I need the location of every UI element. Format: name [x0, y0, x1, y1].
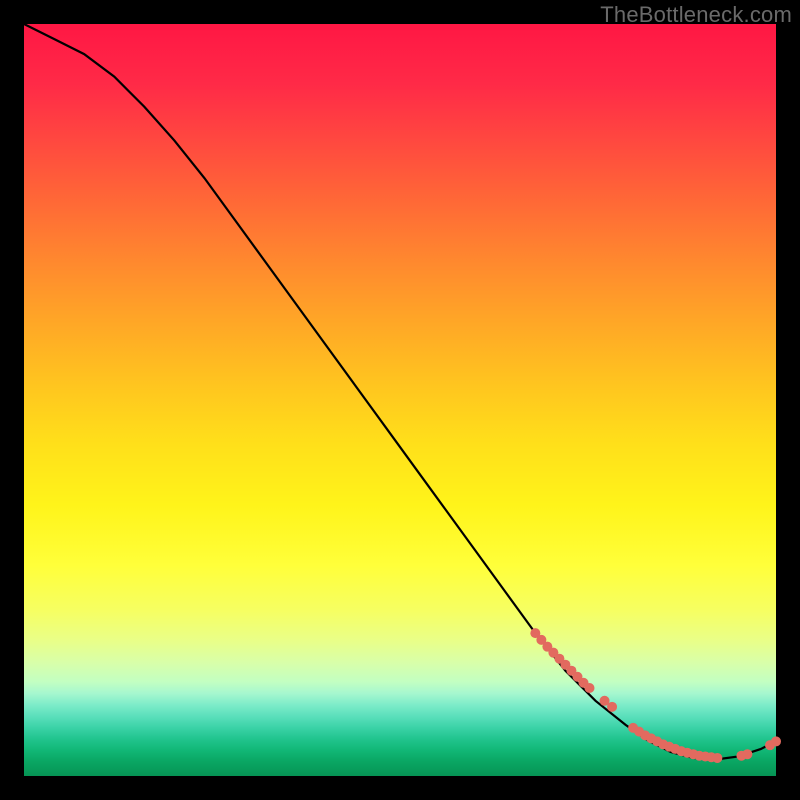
highlight-point	[607, 702, 617, 712]
chart-svg	[24, 24, 776, 776]
highlight-point	[712, 753, 722, 763]
plot-area	[24, 24, 776, 776]
chart-frame: TheBottleneck.com	[0, 0, 800, 800]
watermark-label: TheBottleneck.com	[600, 2, 792, 28]
highlight-point	[742, 749, 752, 759]
highlight-points	[530, 628, 781, 763]
highlight-point	[585, 683, 595, 693]
bottleneck-curve	[24, 24, 776, 759]
highlight-point	[771, 736, 781, 746]
